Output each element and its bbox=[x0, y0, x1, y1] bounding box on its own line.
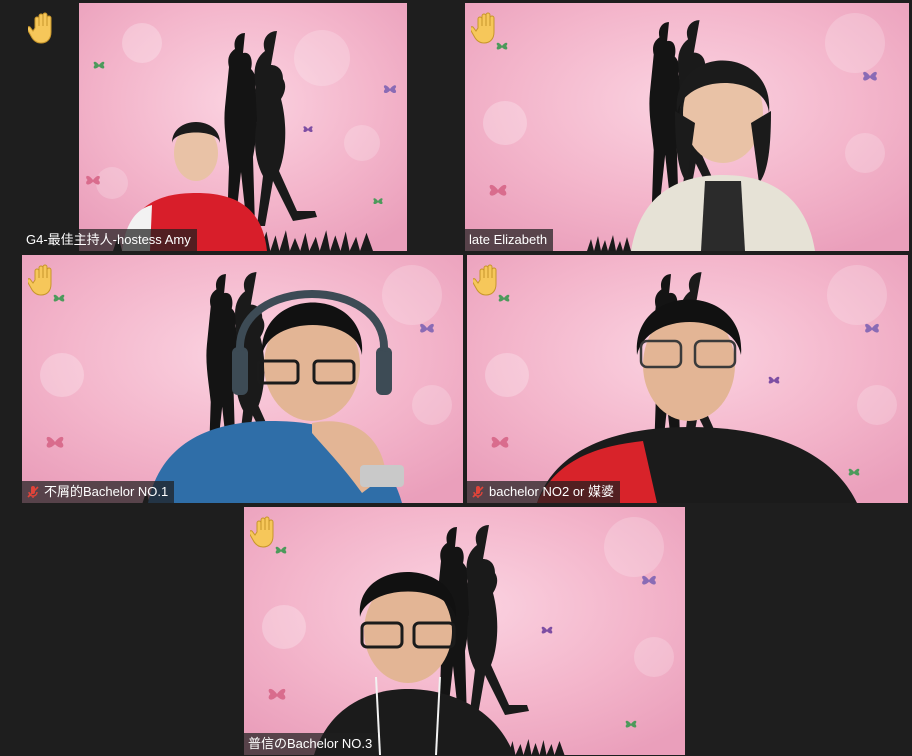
mic-muted-icon bbox=[27, 486, 39, 498]
participant-name-label: G4-最佳主持人-hostess Amy bbox=[22, 229, 197, 251]
participant-name-label: bachelor NO2 or 媒婆 bbox=[467, 481, 620, 503]
participant-name-label: late Elizabeth bbox=[465, 229, 554, 251]
participant-tile-late-elizabeth[interactable]: late Elizabeth bbox=[465, 3, 909, 251]
participant-name-label: 普信のBachelor NO.3 bbox=[244, 733, 379, 755]
participant-tile-bachelor-no1[interactable]: 不屑的Bachelor NO.1 bbox=[22, 255, 463, 503]
raised-hand-icon bbox=[28, 11, 58, 45]
raised-hand-icon bbox=[250, 515, 280, 549]
participant-tile-bachelor-no2[interactable]: bachelor NO2 or 媒婆 bbox=[467, 255, 908, 503]
participant-name: bachelor NO2 or 媒婆 bbox=[489, 484, 614, 499]
participant-tile-bachelor-no3[interactable]: 普信のBachelor NO.3 bbox=[244, 507, 685, 755]
meeting-gallery-view: G4-最佳主持人-hostess Amy late Elizabeth 不屑的B… bbox=[0, 0, 912, 756]
participant-name: 不屑的Bachelor NO.1 bbox=[44, 484, 169, 499]
participant-name-label: 不屑的Bachelor NO.1 bbox=[22, 481, 175, 503]
virtual-background bbox=[244, 507, 685, 755]
raised-hand-icon bbox=[28, 263, 58, 297]
mic-muted-icon bbox=[472, 486, 484, 498]
participant-name: 普信のBachelor NO.3 bbox=[248, 736, 373, 751]
virtual-background bbox=[22, 255, 463, 503]
participant-tile-hostess-amy[interactable]: G4-最佳主持人-hostess Amy bbox=[22, 3, 407, 251]
virtual-background bbox=[465, 3, 909, 251]
raised-hand-icon bbox=[473, 263, 503, 297]
virtual-background bbox=[79, 3, 407, 251]
virtual-background bbox=[467, 255, 908, 503]
participant-name: G4-最佳主持人-hostess Amy bbox=[26, 232, 191, 247]
participant-name: late Elizabeth bbox=[469, 232, 548, 247]
raised-hand-icon bbox=[471, 11, 501, 45]
